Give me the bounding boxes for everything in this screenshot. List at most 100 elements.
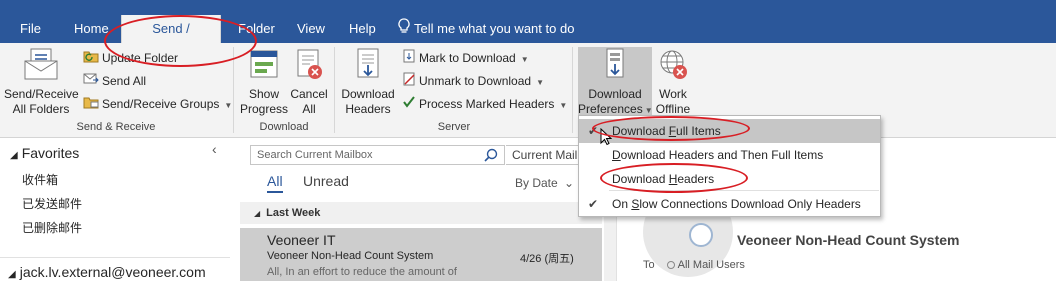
presence-indicator xyxy=(689,223,713,247)
folder-item-sent[interactable]: 已发送邮件 xyxy=(22,195,82,212)
menu-text: ownload Headers and Then Full Items xyxy=(620,148,824,162)
sort-label: By Date xyxy=(515,176,558,190)
menu-item-download-full-items[interactable]: ✔ Download Full Items xyxy=(579,119,880,143)
menu-text: Download xyxy=(612,124,669,138)
cancel-all-label-2: All xyxy=(302,102,316,116)
send-all-button[interactable]: Send All xyxy=(83,71,146,91)
reading-pane-title: Veoneer Non-Head Count System xyxy=(737,232,960,248)
chevron-left-icon[interactable]: ‹ xyxy=(212,141,217,157)
sort-by-date-dropdown[interactable]: By Date ⌄ xyxy=(515,176,574,190)
chevron-down-icon: ▼ xyxy=(559,101,568,110)
menu-text: eaders xyxy=(677,172,715,186)
download-headers-button[interactable]: Download Headers xyxy=(338,47,398,117)
send-all-label: Send All xyxy=(102,74,147,88)
menu-accesskey: F xyxy=(668,124,677,138)
message-preview: All, In an effort to reduce the amount o… xyxy=(267,266,457,278)
message-sender: Veoneer IT xyxy=(267,232,336,248)
download-preferences-icon xyxy=(578,47,652,85)
cancel-all-icon xyxy=(288,47,330,85)
download-preferences-menu: ✔ Download Full Items Download Headers an… xyxy=(578,115,881,217)
collapse-triangle-icon: ◢ xyxy=(254,209,261,218)
search-input[interactable]: Search Current Mailbox xyxy=(250,145,505,165)
menu-item-download-headers[interactable]: Download Headers xyxy=(579,167,880,191)
group-divider xyxy=(334,47,335,133)
show-progress-icon xyxy=(238,47,290,85)
message-subject: Veoneer Non-Head Count System xyxy=(267,250,434,262)
download-headers-label-2: Headers xyxy=(345,102,391,116)
group-divider xyxy=(572,47,573,133)
show-progress-label-1: Show xyxy=(248,87,280,101)
mark-to-download-button[interactable]: Mark to Download ▼ xyxy=(402,48,529,68)
message-date: 4/26 (周五) xyxy=(520,253,574,265)
send-receive-groups-button[interactable]: Send/Receive Groups ▼ xyxy=(83,94,232,114)
title-bar xyxy=(0,0,1056,15)
chevron-down-icon: ⌄ xyxy=(564,176,575,190)
group-label-send-receive: Send & Receive xyxy=(76,121,156,133)
download-headers-label-1: Download xyxy=(341,87,395,101)
send-receive-all-label-1: Send/Receive xyxy=(4,87,79,101)
to-value[interactable]: All Mail Users xyxy=(678,259,745,271)
mark-download-icon xyxy=(402,49,416,69)
group-header[interactable]: ◢ Last Week xyxy=(240,202,602,224)
process-marked-headers-label: Process Marked Headers xyxy=(419,97,555,111)
tab-folder[interactable]: Folder xyxy=(228,15,285,43)
ribbon: Send/Receive All Folders Update Folder S… xyxy=(0,43,1056,138)
download-preferences-button[interactable]: Download Preferences ▼ xyxy=(578,47,653,119)
tell-me-text: Tell me what you want to do xyxy=(414,21,575,36)
send-receive-all-icon xyxy=(4,47,78,85)
folder-item-deleted[interactable]: 已删除邮件 xyxy=(22,219,82,236)
tell-me-search[interactable]: Tell me what you want to do xyxy=(398,15,574,43)
menu-text: low Connections Download Only Headers xyxy=(639,197,861,211)
menu-text: On xyxy=(612,197,632,211)
message-item[interactable]: Veoneer IT Veoneer Non-Head Count System… xyxy=(240,228,602,281)
work-offline-button[interactable]: Work Offline xyxy=(652,47,694,117)
menu-item-slow-connections[interactable]: ✔ On Slow Connections Download Only Heade… xyxy=(579,192,880,216)
cancel-all-button[interactable]: Cancel All xyxy=(288,47,330,117)
recipient-line: To All Mail Users xyxy=(643,259,745,271)
chevron-down-icon: ▼ xyxy=(520,55,529,64)
tab-help[interactable]: Help xyxy=(339,15,386,43)
tab-send-receive[interactable]: Send / Receive xyxy=(121,15,221,64)
mouse-cursor-icon xyxy=(600,127,613,149)
folder-pane: ◢ Favorites ‹ 收件箱 已发送邮件 已删除邮件 ◢ jack.lv.ex… xyxy=(0,139,230,281)
filter-unread-tab[interactable]: Unread xyxy=(303,173,349,189)
group-label-server: Server xyxy=(437,121,471,133)
checkmark-icon: ✔ xyxy=(588,124,599,138)
send-receive-all-folders-button[interactable]: Send/Receive All Folders xyxy=(4,47,79,117)
mark-to-download-label: Mark to Download xyxy=(419,51,516,65)
unmark-to-download-button[interactable]: Unmark to Download ▼ xyxy=(402,71,544,91)
favorites-header[interactable]: ◢ Favorites xyxy=(10,145,79,161)
chevron-down-icon: ▼ xyxy=(536,78,544,87)
search-icon[interactable] xyxy=(484,148,498,168)
search-placeholder: Search Current Mailbox xyxy=(257,149,373,161)
to-label: To xyxy=(643,259,655,271)
send-receive-all-label-2: All Folders xyxy=(12,102,70,116)
menu-accesskey: D xyxy=(612,148,621,162)
lightbulb-icon xyxy=(398,16,410,44)
globe-offline-icon xyxy=(652,47,694,85)
show-progress-label-2: Progress xyxy=(239,102,289,116)
menu-text: Download xyxy=(612,172,669,186)
cancel-all-label-1: Cancel xyxy=(290,87,328,101)
checkmark-icon: ✔ xyxy=(588,197,599,211)
folder-item-inbox[interactable]: 收件箱 xyxy=(22,171,58,188)
account-header[interactable]: ◢ jack.lv.external@veoneer.com xyxy=(8,264,206,280)
collapse-triangle-icon: ◢ xyxy=(8,269,16,280)
send-receive-groups-icon xyxy=(83,95,99,115)
update-folder-icon xyxy=(83,49,99,69)
recipient-icon xyxy=(666,261,675,269)
process-marked-headers-button[interactable]: Process Marked Headers ▼ xyxy=(402,94,567,114)
chevron-down-icon: ▼ xyxy=(224,101,233,110)
show-progress-button[interactable]: Show Progress xyxy=(238,47,290,117)
send-receive-groups-label: Send/Receive Groups xyxy=(102,97,220,111)
work-offline-label-1: Work xyxy=(659,87,687,101)
filter-all-tab[interactable]: All xyxy=(267,173,283,193)
collapse-triangle-icon: ◢ xyxy=(10,150,18,161)
menu-text: ull Items xyxy=(676,124,721,138)
tab-file[interactable]: File xyxy=(10,15,51,43)
tab-view[interactable]: View xyxy=(287,15,335,43)
update-folder-button[interactable]: Update Folder xyxy=(83,48,178,68)
menu-item-download-headers-then-full[interactable]: Download Headers and Then Full Items xyxy=(579,143,880,167)
tab-home[interactable]: Home xyxy=(64,15,119,43)
group-label-download: Download xyxy=(259,121,309,133)
